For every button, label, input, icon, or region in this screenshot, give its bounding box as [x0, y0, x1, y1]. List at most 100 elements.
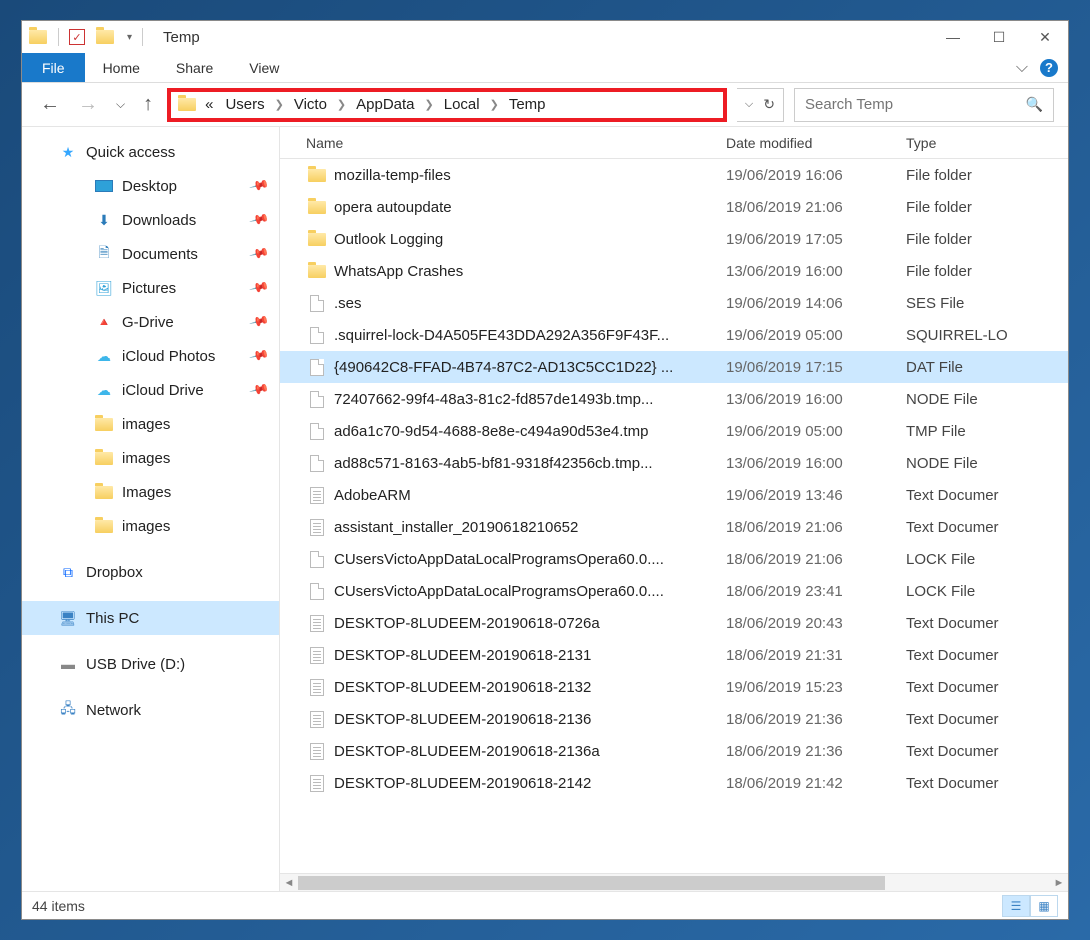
table-row[interactable]: CUsersVictoAppDataLocalProgramsOpera60.0…	[280, 575, 1068, 607]
sidebar-item-label: Dropbox	[86, 564, 143, 581]
qat-properties-icon[interactable]: ✓	[69, 29, 85, 45]
sidebar-item-label: Quick access	[86, 144, 175, 161]
breadcrumb-item[interactable]: Users	[221, 96, 268, 113]
chevron-right-icon[interactable]: ❯	[423, 98, 436, 111]
table-row[interactable]: AdobeARM19/06/2019 13:46Text Documer	[280, 479, 1068, 511]
sidebar-this-pc[interactable]: 🖥 This PC	[22, 601, 279, 635]
tab-view[interactable]: View	[231, 53, 297, 82]
table-row[interactable]: DESKTOP-8LUDEEM-20190618-214218/06/2019 …	[280, 767, 1068, 799]
table-row[interactable]: {490642C8-FFAD-4B74-87C2-AD13C5CC1D22} .…	[280, 351, 1068, 383]
refresh-icon[interactable]: ↻	[763, 96, 775, 113]
column-header-name[interactable]: Name	[306, 135, 726, 151]
table-row[interactable]: DESKTOP-8LUDEEM-20190618-213219/06/2019 …	[280, 671, 1068, 703]
table-row[interactable]: ad88c571-8163-4ab5-bf81-9318f42356cb.tmp…	[280, 447, 1068, 479]
breadcrumb-item[interactable]: Victo	[290, 96, 331, 113]
iclouddrive-icon: ☁	[94, 382, 114, 398]
help-icon[interactable]: ?	[1040, 59, 1058, 77]
search-box[interactable]: 🔍	[794, 88, 1054, 122]
sidebar-quick-access[interactable]: ★ Quick access	[22, 135, 279, 169]
file-name: .squirrel-lock-D4A505FE43DDA292A356F9F43…	[328, 327, 726, 344]
file-tab[interactable]: File	[22, 53, 85, 82]
sidebar-item[interactable]: ☁iCloud Photos📌	[22, 339, 279, 373]
forward-button[interactable]: →	[74, 93, 102, 116]
sidebar-dropbox[interactable]: ⧉ Dropbox	[22, 555, 279, 589]
file-date: 18/06/2019 21:06	[726, 519, 906, 536]
thumbnails-view-button[interactable]: ▦	[1030, 895, 1058, 917]
file-type: File folder	[906, 231, 1046, 248]
column-header-type[interactable]: Type	[906, 135, 1068, 151]
scroll-left-icon[interactable]: ◄	[280, 877, 298, 889]
sidebar-item[interactable]: ☁iCloud Drive📌	[22, 373, 279, 407]
pc-icon: 🖥	[58, 610, 78, 626]
file-name: DESKTOP-8LUDEEM-20190618-0726a	[328, 615, 726, 632]
pin-icon: 📌	[248, 243, 270, 265]
sidebar-item[interactable]: ⬇Downloads📌	[22, 203, 279, 237]
navigation-pane[interactable]: ★ Quick access Desktop📌⬇Downloads📌🗎Docum…	[22, 127, 280, 891]
chevron-right-icon[interactable]: ❯	[273, 98, 286, 111]
sidebar-item[interactable]: Images	[22, 475, 279, 509]
file-type: SES File	[906, 295, 1046, 312]
text-file-icon	[310, 679, 324, 696]
table-row[interactable]: WhatsApp Crashes13/06/2019 16:00File fol…	[280, 255, 1068, 287]
maximize-button[interactable]: ☐	[976, 21, 1022, 53]
sidebar-usb-drive[interactable]: ▬ USB Drive (D:)	[22, 647, 279, 681]
table-row[interactable]: assistant_installer_2019061821065218/06/…	[280, 511, 1068, 543]
tab-home[interactable]: Home	[85, 53, 158, 82]
table-row[interactable]: CUsersVictoAppDataLocalProgramsOpera60.0…	[280, 543, 1068, 575]
breadcrumb-item[interactable]: Temp	[505, 96, 550, 113]
table-row[interactable]: Outlook Logging19/06/2019 17:05File fold…	[280, 223, 1068, 255]
table-row[interactable]: 72407662-99f4-48a3-81c2-fd857de1493b.tmp…	[280, 383, 1068, 415]
horizontal-scrollbar[interactable]: ◄ ►	[280, 873, 1068, 891]
breadcrumb-item[interactable]: AppData	[352, 96, 418, 113]
sidebar-item[interactable]: 🖼Pictures📌	[22, 271, 279, 305]
close-button[interactable]: ✕	[1022, 21, 1068, 53]
tab-share[interactable]: Share	[158, 53, 231, 82]
qat-customize-icon[interactable]: ▾	[127, 32, 132, 43]
table-row[interactable]: .ses19/06/2019 14:06SES File	[280, 287, 1068, 319]
history-dropdown-icon[interactable]: ⌵	[745, 98, 753, 111]
file-name: WhatsApp Crashes	[328, 263, 726, 280]
table-row[interactable]: opera autoupdate18/06/2019 21:06File fol…	[280, 191, 1068, 223]
file-name: 72407662-99f4-48a3-81c2-fd857de1493b.tmp…	[328, 391, 726, 408]
file-type: NODE File	[906, 455, 1046, 472]
sidebar-item[interactable]: Desktop📌	[22, 169, 279, 203]
chevron-right-icon[interactable]: ❯	[335, 98, 348, 111]
table-row[interactable]: mozilla-temp-files19/06/2019 16:06File f…	[280, 159, 1068, 191]
qat-new-folder-icon[interactable]	[95, 29, 115, 45]
chevron-right-icon[interactable]: ❯	[488, 98, 501, 111]
column-header-date[interactable]: Date modified	[726, 135, 906, 151]
folder-icon	[308, 233, 326, 246]
recent-locations-button[interactable]: ⌵	[112, 97, 129, 112]
column-headers: Name Date modified Type	[280, 127, 1068, 159]
breadcrumb-item[interactable]: Local	[440, 96, 484, 113]
up-button[interactable]: ↑	[139, 93, 157, 116]
sidebar-item[interactable]: images	[22, 509, 279, 543]
table-row[interactable]: .squirrel-lock-D4A505FE43DDA292A356F9F43…	[280, 319, 1068, 351]
ribbon-expand-icon[interactable]: ⌵	[1016, 59, 1028, 77]
details-view-button[interactable]: ☰	[1002, 895, 1030, 917]
table-row[interactable]: DESKTOP-8LUDEEM-20190618-0726a18/06/2019…	[280, 607, 1068, 639]
file-list[interactable]: mozilla-temp-files19/06/2019 16:06File f…	[280, 159, 1068, 873]
folder-icon	[308, 169, 326, 182]
sidebar-item[interactable]: 🔺G-Drive📌	[22, 305, 279, 339]
file-date: 18/06/2019 21:06	[726, 551, 906, 568]
scroll-right-icon[interactable]: ►	[1050, 877, 1068, 889]
sidebar-item[interactable]: 🗎Documents📌	[22, 237, 279, 271]
table-row[interactable]: DESKTOP-8LUDEEM-20190618-213118/06/2019 …	[280, 639, 1068, 671]
file-type: DAT File	[906, 359, 1046, 376]
file-icon	[310, 423, 324, 440]
pictures-icon: 🖼	[94, 280, 114, 296]
table-row[interactable]: DESKTOP-8LUDEEM-20190618-213618/06/2019 …	[280, 703, 1068, 735]
minimize-button[interactable]: —	[930, 21, 976, 53]
address-bar[interactable]: « Users ❯ Victo ❯ AppData ❯ Local ❯ Temp	[167, 88, 727, 122]
search-input[interactable]	[805, 96, 1026, 113]
table-row[interactable]: DESKTOP-8LUDEEM-20190618-2136a18/06/2019…	[280, 735, 1068, 767]
sidebar-network[interactable]: 🖧 Network	[22, 693, 279, 727]
sidebar-item[interactable]: images	[22, 441, 279, 475]
search-icon[interactable]: 🔍	[1026, 96, 1043, 113]
sidebar-item[interactable]: images	[22, 407, 279, 441]
table-row[interactable]: ad6a1c70-9d54-4688-8e8e-c494a90d53e4.tmp…	[280, 415, 1068, 447]
back-button[interactable]: ←	[36, 93, 64, 116]
breadcrumb-overflow[interactable]: «	[201, 96, 217, 113]
folder-icon	[94, 484, 114, 500]
